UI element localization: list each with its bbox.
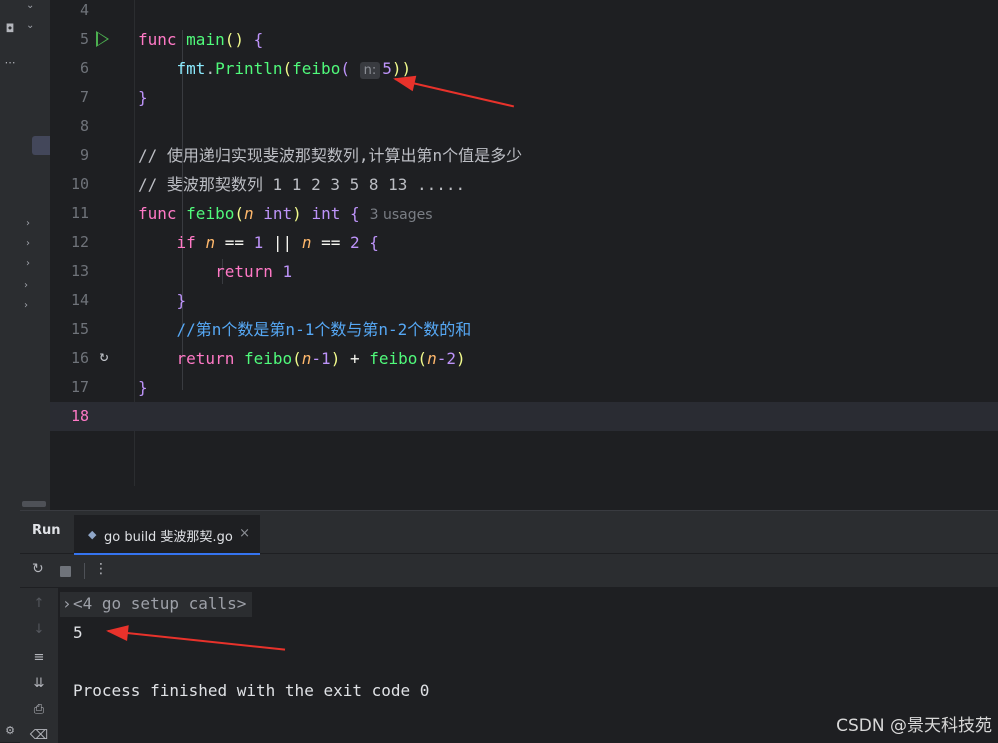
run-panel-title[interactable]: Run [32,523,61,538]
tree-chevron-icon[interactable]: ⌄ [26,0,34,11]
more-tools-icon[interactable]: ⋯ [0,56,20,69]
code-line[interactable]: 10 // 斐波那契数列 1 1 2 3 5 8 13 ..... [50,170,998,199]
code-line[interactable]: 4 [50,0,998,25]
project-pane: ⌄ ⌄ › › › › › [20,0,50,510]
more-vertical-icon[interactable]: ⋮ [94,561,108,577]
stop-icon[interactable] [60,566,71,577]
line-number: 10 [70,175,89,193]
run-toolbar: ↻ ⋮ [20,554,998,588]
run-triangle-icon[interactable] [96,31,109,47]
code-line[interactable]: 14 } [50,286,998,315]
console-exit-message: Process finished with the exit code 0 [73,681,430,700]
code-comment[interactable]: // 使用递归实现斐波那契数列,计算出第n个值是多少 [138,141,522,170]
code-text[interactable]: } [138,373,148,402]
line-number: 5 [79,30,89,48]
console-side-toolbar: ↑ ↓ ≡ ⇊ ⎙ ⌫ [20,588,58,743]
tree-chevron-icon[interactable]: › [24,280,28,291]
recursive-call-icon[interactable]: ↻ [96,348,112,364]
soft-wrap-icon[interactable]: ≡ [20,650,58,665]
scroll-to-end-icon[interactable]: ⇊ [20,676,58,691]
code-line[interactable]: 11 func feibo(n int) int {3 usages [50,199,998,228]
tree-chevron-icon[interactable]: ⌄ [26,20,34,31]
code-line[interactable]: 8 [50,112,998,141]
watermark: CSDN @景天科技苑 [836,716,992,736]
code-text[interactable]: if n == 1 || n == 2 { [138,228,379,257]
code-editor[interactable]: 4 5 func main() { 6 fmt.Println(feibo( n… [50,0,998,486]
project-tool-icon[interactable]: ◘ [0,22,20,35]
code-text[interactable]: } [138,83,148,112]
console-output-line: 5 [73,623,83,642]
line-number: 14 [70,291,89,309]
scroll-up-icon[interactable]: ↑ [20,596,58,611]
code-line[interactable]: 17 } [50,373,998,402]
code-line[interactable]: 12 if n == 1 || n == 2 { [50,228,998,257]
tree-chevron-icon[interactable]: › [24,300,28,311]
code-line[interactable]: 5 func main() { [50,25,998,54]
code-comment[interactable]: // 斐波那契数列 1 1 2 3 5 8 13 ..... [138,170,465,199]
scroll-down-icon[interactable]: ↓ [20,622,58,637]
code-text[interactable]: //第n个数是第n-1个数与第n-2个数的和 [138,315,472,344]
code-text[interactable]: func main() { [138,25,263,54]
line-number: 12 [70,233,89,251]
parameter-hint: n: [359,62,381,79]
line-number: 6 [79,59,89,77]
usages-hint[interactable]: 3 usages [370,207,433,223]
run-tab-bar: Run ◆ go build 斐波那契.go × [20,511,998,555]
line-number: 11 [70,204,89,222]
go-file-icon: ◆ [88,528,97,541]
code-line[interactable]: 13 return 1 [50,257,998,286]
settings-icon[interactable]: ⚙ [0,724,20,737]
tree-chevron-icon[interactable]: › [26,258,30,269]
run-panel: Run ◆ go build 斐波那契.go × ↻ ⋮ ↑ ↓ ≡ ⇊ ⎙ ⌫… [20,510,998,743]
code-line[interactable]: 9 // 使用递归实现斐波那契数列,计算出第n个值是多少 [50,141,998,170]
code-text[interactable]: func feibo(n int) int {3 usages [138,199,433,230]
rerun-icon[interactable]: ↻ [32,561,44,577]
line-number: 8 [79,117,89,135]
line-number: 17 [70,378,89,396]
close-tab-icon[interactable]: × [239,526,250,541]
tree-chevron-icon[interactable]: › [26,218,30,229]
print-icon[interactable]: ⎙ [20,702,58,717]
left-tool-strip: ◘ ⋯ ⚙ [0,0,21,742]
clear-all-icon[interactable]: ⌫ [20,728,58,743]
code-text[interactable]: } [138,286,187,315]
code-text[interactable]: fmt.Println(feibo( n: 5)) [138,54,411,85]
line-number: 15 [70,320,89,338]
code-line[interactable]: 15 //第n个数是第n-1个数与第n-2个数的和 [50,315,998,344]
line-number: 16 [70,349,89,367]
toolbar-separator [84,563,85,579]
code-text[interactable]: return 1 [138,257,292,286]
line-number: 7 [79,88,89,106]
selected-file-highlight[interactable] [32,136,50,155]
run-tab-label[interactable]: go build 斐波那契.go [104,526,233,545]
code-text[interactable]: return feibo(n-1) + feibo(n-2) [138,344,466,373]
line-number: 13 [70,262,89,280]
expand-group-icon[interactable]: › [62,594,72,613]
console-collapsed-group[interactable]: <4 go setup calls> [73,594,246,613]
line-number: 18 [70,407,89,425]
code-comment[interactable]: //第n个数是第n-1个数与第n-2个数的和 [177,320,472,339]
code-line[interactable]: 7 } [50,83,998,112]
line-number: 9 [79,146,89,164]
code-line-current[interactable]: 18 [50,402,998,431]
line-number: 4 [79,1,89,19]
code-line[interactable]: 6 fmt.Println(feibo( n: 5)) [50,54,998,83]
tree-chevron-icon[interactable]: › [26,238,30,249]
run-tab[interactable]: ◆ go build 斐波那契.go × [74,515,260,555]
horizontal-scrollbar[interactable] [22,501,46,507]
code-line[interactable]: 16 return feibo(n-1) + feibo(n-2) [50,344,998,373]
